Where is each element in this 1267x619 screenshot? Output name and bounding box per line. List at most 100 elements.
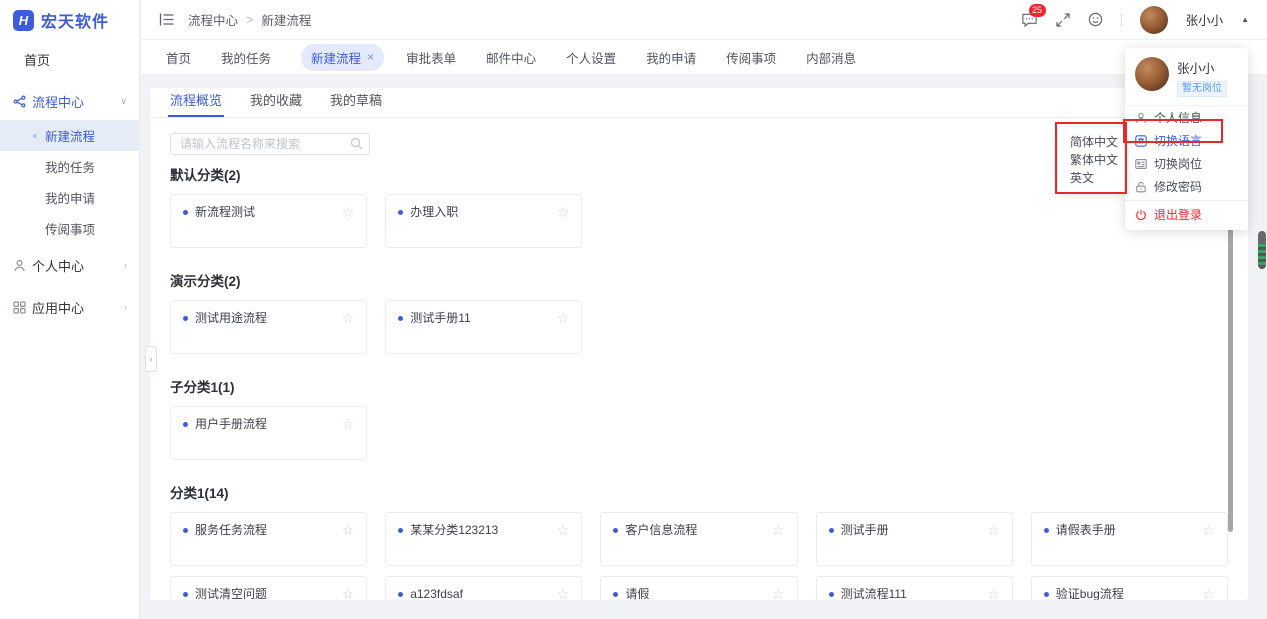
favorite-star-icon[interactable]: ☆ (342, 417, 355, 431)
menu-item-logout[interactable]: 退出登录 (1125, 203, 1248, 226)
card-grid: 用户手册流程 ☆ (170, 406, 1228, 460)
process-card-title: 测试用途流程 (195, 311, 342, 326)
process-card[interactable]: 请假 ☆ (600, 576, 797, 600)
favorite-star-icon[interactable]: ☆ (1202, 523, 1215, 537)
scrollbar-thumb[interactable] (1228, 212, 1233, 532)
favorite-star-icon[interactable]: ☆ (342, 523, 355, 537)
category-section: 子分类1(1) 用户手册流程 ☆ (170, 376, 1228, 460)
process-card[interactable]: 请假表手册 ☆ (1031, 512, 1228, 566)
sidebar-group-process-center[interactable]: 流程中心 ∨ (0, 82, 139, 120)
favorite-star-icon[interactable]: ☆ (1202, 587, 1215, 600)
panel-collapse-handle[interactable]: › (145, 346, 157, 372)
process-card-title: 请假 (625, 587, 772, 600)
sidebar-item-my-applications[interactable]: 我的申请 (0, 182, 139, 213)
tab-my-applications[interactable]: 我的申请 (646, 48, 696, 67)
process-card[interactable]: 测试手册11 ☆ (385, 300, 582, 354)
process-card[interactable]: 测试手册 ☆ (816, 512, 1013, 566)
brand-logo[interactable]: H 宏天软件 (0, 0, 139, 40)
process-card[interactable]: 测试用途流程 ☆ (170, 300, 367, 354)
menu-fold-icon[interactable] (159, 13, 174, 26)
tab-approval-forms[interactable]: 审批表单 (406, 48, 456, 67)
category-section: 演示分类(2) 测试用途流程 ☆ 测试手册11 (170, 270, 1228, 354)
sidebar-group-personal-center[interactable]: 个人中心 › (0, 244, 139, 286)
process-card[interactable]: 测试清空问题 ☆ (170, 576, 367, 600)
process-card-title: 测试手册11 (410, 311, 557, 326)
sidebar-item-home[interactable]: 首页 (0, 40, 139, 82)
subtab-my-drafts[interactable]: 我的草稿 (330, 90, 382, 117)
process-card[interactable]: 服务任务流程 ☆ (170, 512, 367, 566)
user-menu-header: 张小小 暂无岗位 (1125, 48, 1248, 105)
favorite-star-icon[interactable]: ☆ (557, 205, 570, 219)
tab-my-tasks[interactable]: 我的任务 (221, 48, 271, 67)
sidebar-item-my-tasks[interactable]: 我的任务 (0, 151, 139, 182)
favorite-star-icon[interactable]: ☆ (987, 523, 1000, 537)
process-card-title: 测试流程111 (841, 587, 988, 600)
sidebar-group-app-center[interactable]: 应用中心 › (0, 286, 139, 328)
user-avatar[interactable] (1140, 6, 1168, 34)
favorite-star-icon[interactable]: ☆ (342, 311, 355, 325)
process-bullet-dot (613, 528, 618, 533)
tab-new-process[interactable]: 新建流程 × (301, 44, 384, 71)
process-card[interactable]: 某某分类123213 ☆ (385, 512, 582, 566)
language-option-simplified-chinese[interactable]: 简体中文 (1058, 133, 1124, 151)
process-card[interactable]: 验证bug流程 ☆ (1031, 576, 1228, 600)
menu-item-switch-position[interactable]: 切换岗位 (1125, 152, 1248, 175)
tab-mail-center[interactable]: 邮件中心 (486, 48, 536, 67)
tab-internal-messages[interactable]: 内部消息 (806, 48, 856, 67)
id-badge-icon (1135, 158, 1147, 170)
user-avatar (1135, 57, 1169, 91)
tab-circulated-items[interactable]: 传阅事项 (726, 48, 776, 67)
card-grid: 新流程测试 ☆ 办理入职 ☆ (170, 194, 1228, 248)
favorite-star-icon[interactable]: ☆ (772, 523, 785, 537)
subtab-process-overview[interactable]: 流程概览 (170, 90, 222, 117)
process-bullet-dot (183, 592, 188, 597)
favorite-star-icon[interactable]: ☆ (987, 587, 1000, 600)
language-option-traditional-chinese[interactable]: 繁体中文 (1058, 151, 1124, 169)
breadcrumb-parent[interactable]: 流程中心 (188, 10, 238, 29)
power-icon (1135, 209, 1147, 221)
menu-item-profile[interactable]: 个人信息 (1125, 106, 1248, 129)
sidebar-item-new-process[interactable]: 新建流程 (0, 120, 139, 151)
menu-item-label: 切换岗位 (1154, 155, 1202, 172)
favorite-star-icon[interactable]: ☆ (342, 205, 355, 219)
search-input[interactable] (170, 133, 370, 155)
tab-home[interactable]: 首页 (166, 48, 191, 67)
process-card-title: 请假表手册 (1056, 523, 1203, 538)
favorite-star-icon[interactable]: ☆ (557, 523, 570, 537)
process-card[interactable]: 新流程测试 ☆ (170, 194, 367, 248)
active-item-dot (33, 134, 37, 138)
process-card[interactable]: 客户信息流程 ☆ (600, 512, 797, 566)
subtab-my-favorites[interactable]: 我的收藏 (250, 90, 302, 117)
menu-item-change-password[interactable]: 修改密码 (1125, 175, 1248, 198)
favorite-star-icon[interactable]: ☆ (342, 587, 355, 600)
sidebar-group-label: 应用中心 (32, 298, 84, 317)
process-bullet-dot (183, 528, 188, 533)
process-card[interactable]: a123fdsaf ☆ (385, 576, 582, 600)
tab-personal-settings[interactable]: 个人设置 (566, 48, 616, 67)
process-bullet-dot (613, 592, 618, 597)
favorite-star-icon[interactable]: ☆ (557, 311, 570, 325)
breadcrumb-current: 新建流程 (261, 10, 311, 29)
language-option-english[interactable]: 英文 (1058, 169, 1124, 187)
process-bullet-dot (183, 316, 188, 321)
edge-extension-widget[interactable] (1258, 231, 1266, 269)
messages-icon[interactable]: 25 (1021, 12, 1038, 28)
user-dropdown-menu: 张小小 暂无岗位 个人信息 切换语言 (1125, 48, 1248, 230)
process-card[interactable]: 测试流程111 ☆ (816, 576, 1013, 600)
search-icon[interactable] (350, 137, 363, 150)
process-card[interactable]: 用户手册流程 ☆ (170, 406, 367, 460)
process-card[interactable]: 办理入职 ☆ (385, 194, 582, 248)
fullscreen-icon[interactable] (1056, 13, 1070, 27)
user-name[interactable]: 张小小 (1186, 10, 1224, 29)
process-card-title: 办理入职 (410, 205, 557, 220)
menu-item-switch-language[interactable]: 切换语言 (1125, 129, 1248, 152)
process-bullet-dot (829, 592, 834, 597)
theme-icon[interactable] (1088, 12, 1103, 27)
favorite-star-icon[interactable]: ☆ (772, 587, 785, 600)
sidebar-item-circulated-items[interactable]: 传阅事项 (0, 213, 139, 244)
language-submenu: 简体中文 繁体中文 英文 (1058, 127, 1124, 192)
sidebar-item-label: 我的任务 (45, 157, 95, 176)
favorite-star-icon[interactable]: ☆ (557, 587, 570, 600)
close-tab-icon[interactable]: × (367, 51, 374, 63)
process-card-title: 用户手册流程 (195, 417, 342, 432)
